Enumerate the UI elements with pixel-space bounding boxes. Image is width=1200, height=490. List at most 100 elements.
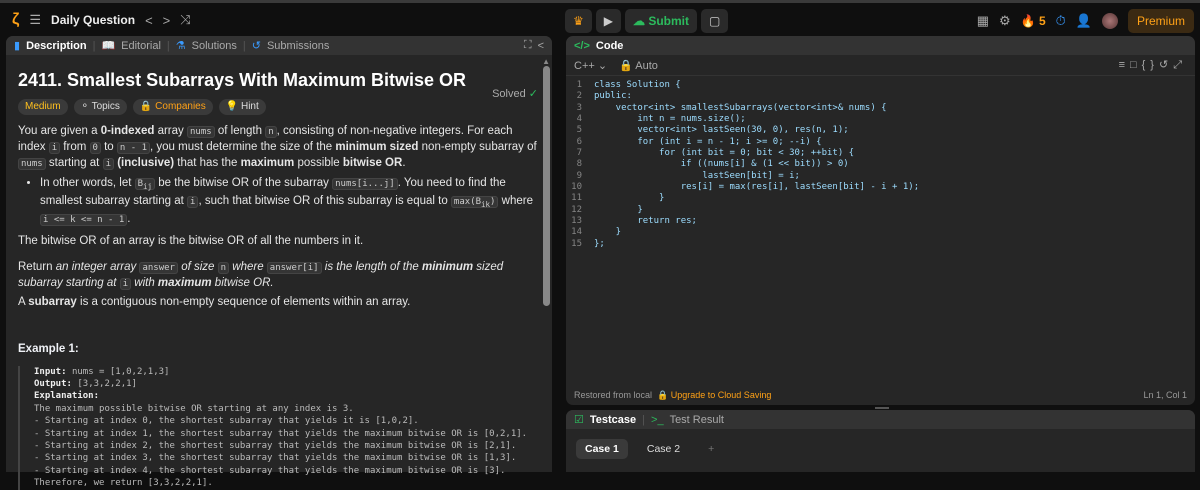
- debug-icon[interactable]: ♛: [565, 9, 592, 33]
- submit-label: Submit: [648, 14, 690, 28]
- solved-badge: Solved ✓: [492, 87, 538, 100]
- code-header: </> Code: [566, 36, 1195, 55]
- tab-description[interactable]: Description: [26, 40, 87, 52]
- code-text: if ((nums[i] & (1 << bit)) > 0): [594, 159, 849, 170]
- code-line: 13 return res;: [566, 216, 1195, 227]
- problem-definition: A subarray is a contiguous non-empty seq…: [18, 295, 411, 308]
- layout-icon[interactable]: ▦: [977, 13, 989, 29]
- code-line: 6 for (int i = n - 1; i >= 0; --i) {: [566, 137, 1195, 148]
- list-icon[interactable]: ☰: [29, 12, 41, 28]
- line-number: 4: [576, 114, 582, 125]
- tab-submissions[interactable]: Submissions: [267, 40, 329, 52]
- problem-return: Return an integer array answer of size n…: [18, 260, 504, 290]
- streak-counter[interactable]: 🔥 5: [1021, 14, 1046, 28]
- code-title: Code: [595, 39, 624, 52]
- avatar[interactable]: [1101, 13, 1118, 29]
- difficulty-badge[interactable]: Medium: [18, 99, 68, 115]
- submit-button[interactable]: ☁ Submit: [625, 9, 698, 33]
- prev-icon[interactable]: <: [145, 13, 153, 28]
- notes-icon[interactable]: ▢: [701, 9, 729, 33]
- code-panel: </> Code C++ ⌄ 🔒 Auto ≡□{}↺⤢ 1 class Solut…: [566, 36, 1195, 405]
- language-select[interactable]: C++ ⌄: [574, 59, 607, 72]
- shuffle-icon[interactable]: ⤨: [180, 12, 190, 28]
- leetcode-logo-icon[interactable]: ζ: [12, 11, 19, 29]
- premium-button[interactable]: Premium: [1127, 9, 1194, 33]
- line-number: 6: [576, 136, 582, 147]
- description-icon: ▮: [14, 40, 21, 52]
- line-number: 12: [571, 204, 582, 215]
- scroll-up-icon[interactable]: ▲: [542, 57, 550, 66]
- code-line: 9 lastSeen[bit] = i;: [566, 171, 1195, 182]
- gear-icon[interactable]: ⚙: [999, 13, 1011, 29]
- line-number: 2: [576, 91, 582, 102]
- code-line: 7 for (int bit = 0; bit < 30; ++bit) {: [566, 148, 1195, 159]
- example-title: Example 1:: [18, 342, 79, 355]
- topics-tag[interactable]: ⚬ Topics: [73, 99, 127, 115]
- hint-label: Hint: [240, 101, 259, 112]
- description-tabs: ▮ Description | 📖 Editorial | ⚗ Solutions |…: [6, 36, 552, 55]
- testcase-panel: ☑ Testcase | >_ Test Result Case 1 Case 2…: [566, 410, 1195, 472]
- tab-editorial[interactable]: Editorial: [121, 40, 161, 52]
- upgrade-link[interactable]: 🔒 Upgrade to Cloud Saving: [657, 390, 771, 400]
- resize-handle[interactable]: [875, 407, 889, 409]
- code-line: 14 }: [566, 227, 1195, 238]
- lock-icon: 🔒: [619, 59, 633, 72]
- line-number: 7: [576, 148, 582, 159]
- solved-label: Solved: [492, 88, 526, 100]
- companies-tag[interactable]: 🔒 Companies: [132, 99, 213, 115]
- tab-test-result[interactable]: Test Result: [670, 414, 724, 426]
- code-text: vector<int> smallestSubarrays(vector<int…: [594, 102, 887, 113]
- code-text: lastSeen[bit] = i;: [594, 170, 800, 181]
- collapse-icon[interactable]: <: [538, 40, 544, 52]
- tab-solutions[interactable]: Solutions: [192, 40, 237, 52]
- problem-note: The bitwise OR of an array is the bitwis…: [18, 234, 364, 247]
- editor-tools[interactable]: ≡□{}↺⤢: [1119, 58, 1187, 72]
- problem-title[interactable]: 2411. Smallest Subarrays With Maximum Bi…: [18, 69, 540, 91]
- line-number: 10: [571, 182, 582, 193]
- auto-mode[interactable]: 🔒 Auto: [619, 59, 658, 72]
- code-line: 8 if ((nums[i] & (1 << bit)) > 0): [566, 159, 1195, 170]
- code-text: vector<int> lastSeen(30, 0), res(n, 1);: [594, 125, 849, 136]
- fullscreen-icon[interactable]: ⛶: [524, 39, 532, 52]
- hint-tag[interactable]: 💡 Hint: [218, 99, 266, 115]
- case-2-tab[interactable]: Case 2: [638, 439, 689, 459]
- code-editor[interactable]: 1 class Solution {2 public: 3 vector<int> s…: [566, 76, 1195, 250]
- add-friend-icon[interactable]: 👤: [1076, 13, 1092, 29]
- history-icon: ↺: [251, 40, 261, 52]
- streak-count: 5: [1038, 14, 1046, 28]
- line-number: 13: [571, 216, 582, 227]
- scrollbar[interactable]: [543, 66, 550, 306]
- timer-icon[interactable]: ⏱: [1056, 13, 1066, 29]
- code-text: for (int bit = 0; bit < 30; ++bit) {: [594, 148, 855, 159]
- line-number: 5: [576, 125, 582, 136]
- cloud-upload-icon: ☁: [633, 14, 649, 28]
- top-bar: ζ ☰ Daily Question < > ⤨ ♛ ▶ ☁ Submit ▢ …: [0, 0, 1200, 36]
- book-icon: 📖: [101, 40, 116, 52]
- code-line: 4 int n = nums.size();: [566, 114, 1195, 125]
- companies-label: Companies: [155, 101, 206, 112]
- code-text: return res;: [594, 216, 697, 227]
- example-block: Input: nums = [1,0,2,1,3] Output: [3,3,2…: [18, 365, 540, 490]
- line-number: 15: [571, 238, 582, 249]
- code-text: }: [594, 204, 643, 215]
- code-text: for (int i = n - 1; i >= 0; --i) {: [594, 136, 822, 147]
- topics-label: Topics: [91, 101, 120, 112]
- problem-bullet: In other words, let Bij be the bitwise O…: [40, 176, 540, 228]
- daily-question-link[interactable]: Daily Question: [51, 13, 135, 27]
- code-text: }: [594, 227, 622, 238]
- code-line: 2 public:: [566, 91, 1195, 102]
- cursor-position: Ln 1, Col 1: [1143, 390, 1187, 400]
- next-icon[interactable]: >: [163, 13, 171, 28]
- code-line: 10 res[i] = max(res[i], lastSeen[bit] - …: [566, 182, 1195, 193]
- line-number: 8: [576, 159, 582, 170]
- description-panel: ▮ Description | 📖 Editorial | ⚗ Solutions |…: [6, 36, 552, 490]
- line-number: 1: [576, 80, 582, 90]
- case-1-tab[interactable]: Case 1: [576, 439, 628, 459]
- run-button[interactable]: ▶: [595, 9, 621, 33]
- add-case-button[interactable]: +: [699, 439, 723, 459]
- tab-testcase[interactable]: Testcase: [590, 414, 636, 426]
- code-line: 1 class Solution {: [566, 80, 1195, 91]
- code-line: 11 }: [566, 193, 1195, 204]
- code-text: }: [594, 193, 665, 204]
- code-text: };: [594, 238, 605, 249]
